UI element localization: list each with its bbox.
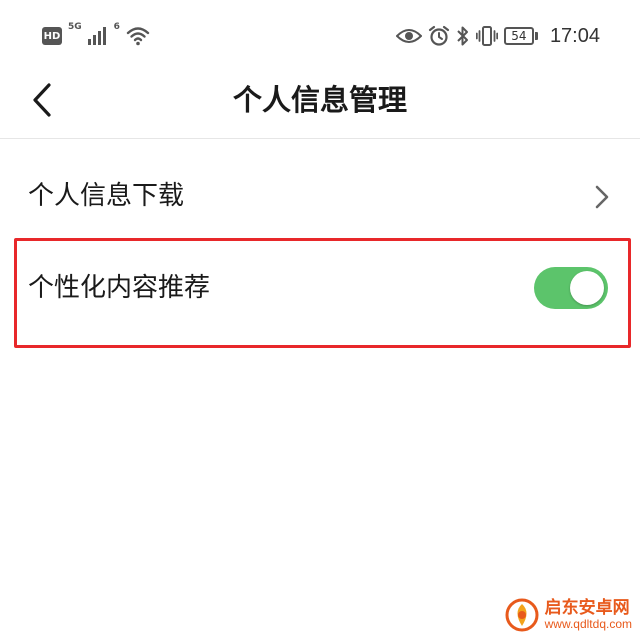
watermark-name: 启东安卓网 [544, 598, 630, 619]
network-type-label: 5G [68, 22, 82, 32]
status-right: 54 17:04 [395, 22, 600, 50]
hd-badge: HD [42, 27, 62, 45]
personalized-recommendation-item: 个性化内容推荐 [0, 238, 640, 348]
personalized-recommendation-label: 个性化内容推荐 [28, 273, 211, 303]
personal-info-download-label: 个人信息下载 [28, 181, 185, 211]
battery-level: 54 [503, 27, 534, 45]
watermark: 启东安卓网 www.qdltdq.com [505, 598, 632, 632]
bluetooth-icon [457, 26, 468, 46]
wifi-icon [126, 27, 150, 46]
screen: HD 5G 6 54 17:04 个人信息管理 个人信息下载 个性化内容推荐 启… [0, 0, 640, 640]
alarm-icon [428, 25, 450, 46]
page-title: 个人信息管理 [232, 83, 407, 117]
personal-info-download-item[interactable]: 个人信息下载 [0, 158, 640, 238]
watermark-text: 启东安卓网 www.qdltdq.com [545, 599, 632, 631]
watermark-url: www.qdltdq.com [544, 616, 632, 631]
eye-icon [395, 29, 422, 43]
battery-icon: 54 [503, 27, 538, 45]
vibrate-icon [475, 26, 498, 46]
status-left: HD 5G 6 [42, 22, 150, 48]
personalized-recommendation-toggle[interactable] [534, 267, 608, 309]
wifi-standard-label: 6 [113, 22, 120, 32]
watermark-logo-icon [505, 598, 539, 632]
status-bar: HD 5G 6 54 17:04 [0, 0, 640, 72]
signal-icon [87, 27, 106, 45]
chevron-right-icon [595, 185, 609, 209]
page-header: 个人信息管理 [0, 72, 640, 139]
battery-tip [534, 32, 538, 40]
toggle-knob [570, 271, 604, 305]
status-time: 17:04 [549, 24, 600, 47]
